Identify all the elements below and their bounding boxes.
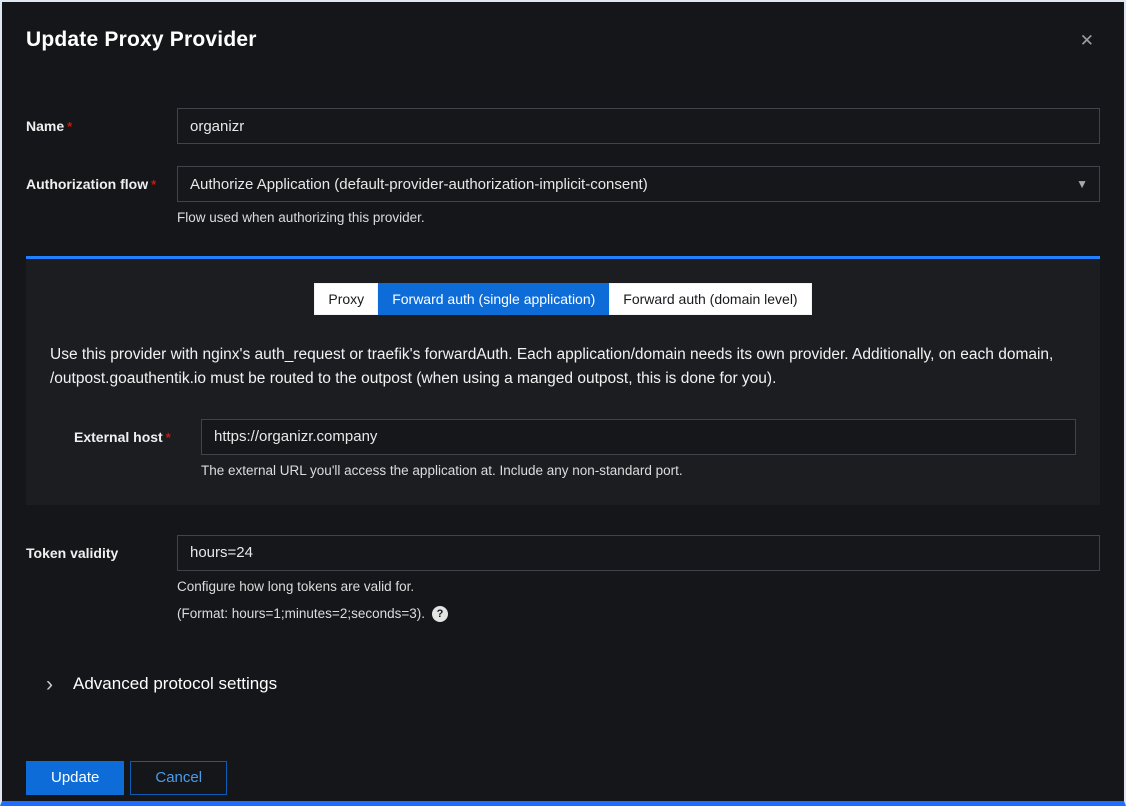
page-title: Update Proxy Provider <box>26 28 1100 52</box>
cancel-button[interactable]: Cancel <box>130 761 227 795</box>
advanced-settings-label: Advanced protocol settings <box>73 674 277 694</box>
tab-forward-auth-domain[interactable]: Forward auth (domain level) <box>609 283 811 315</box>
proxy-mode-toggle-group: Proxy Forward auth (single application) … <box>50 283 1076 315</box>
authorization-flow-label: Authorization flow* <box>26 166 177 192</box>
authorization-flow-select[interactable]: Authorize Application (default-provider-… <box>177 166 1100 202</box>
mode-description: Use this provider with nginx's auth_requ… <box>50 343 1070 391</box>
authorization-flow-help: Flow used when authorizing this provider… <box>177 209 1100 228</box>
update-proxy-provider-modal: Update Proxy Provider ✕ Name* Authorizat… <box>2 2 1124 795</box>
name-field-row: Name* <box>26 108 1100 144</box>
advanced-settings-expander[interactable]: › Advanced protocol settings <box>26 674 1100 695</box>
proxy-mode-panel: Proxy Forward auth (single application) … <box>26 256 1100 505</box>
required-asterisk: * <box>166 430 171 445</box>
authorization-flow-row: Authorization flow* Authorize Applicatio… <box>26 166 1100 228</box>
update-button[interactable]: Update <box>26 761 124 795</box>
token-validity-label: Token validity <box>26 535 177 561</box>
token-validity-input[interactable] <box>177 535 1100 571</box>
token-validity-help: Configure how long tokens are valid for. <box>177 578 1100 597</box>
name-input[interactable] <box>177 108 1100 144</box>
external-host-help: The external URL you'll access the appli… <box>201 462 1076 481</box>
close-icon[interactable]: ✕ <box>1080 32 1094 49</box>
tab-proxy[interactable]: Proxy <box>314 283 378 315</box>
required-asterisk: * <box>151 177 156 192</box>
token-validity-row: Token validity Configure how long tokens… <box>26 535 1100 622</box>
modal-footer: Update Cancel <box>26 761 1100 795</box>
external-host-input[interactable] <box>201 419 1076 455</box>
external-host-label: External host* <box>50 419 201 445</box>
name-label: Name* <box>26 108 177 134</box>
modal-header: Update Proxy Provider ✕ <box>26 2 1100 52</box>
token-validity-label-text: Token validity <box>26 545 118 561</box>
token-validity-format-help: (Format: hours=1;minutes=2;seconds=3). ? <box>177 606 1100 622</box>
external-host-row: External host* The external URL you'll a… <box>50 419 1076 481</box>
required-asterisk: * <box>67 119 72 134</box>
tab-forward-auth-single[interactable]: Forward auth (single application) <box>378 283 609 315</box>
chevron-right-icon: › <box>46 674 53 695</box>
authorization-flow-select-wrap: Authorize Application (default-provider-… <box>177 166 1100 202</box>
token-validity-format-text: (Format: hours=1;minutes=2;seconds=3). <box>177 606 425 621</box>
external-host-label-text: External host <box>74 429 163 445</box>
authorization-flow-label-text: Authorization flow <box>26 176 148 192</box>
help-circle-icon[interactable]: ? <box>432 606 448 622</box>
name-label-text: Name <box>26 118 64 134</box>
